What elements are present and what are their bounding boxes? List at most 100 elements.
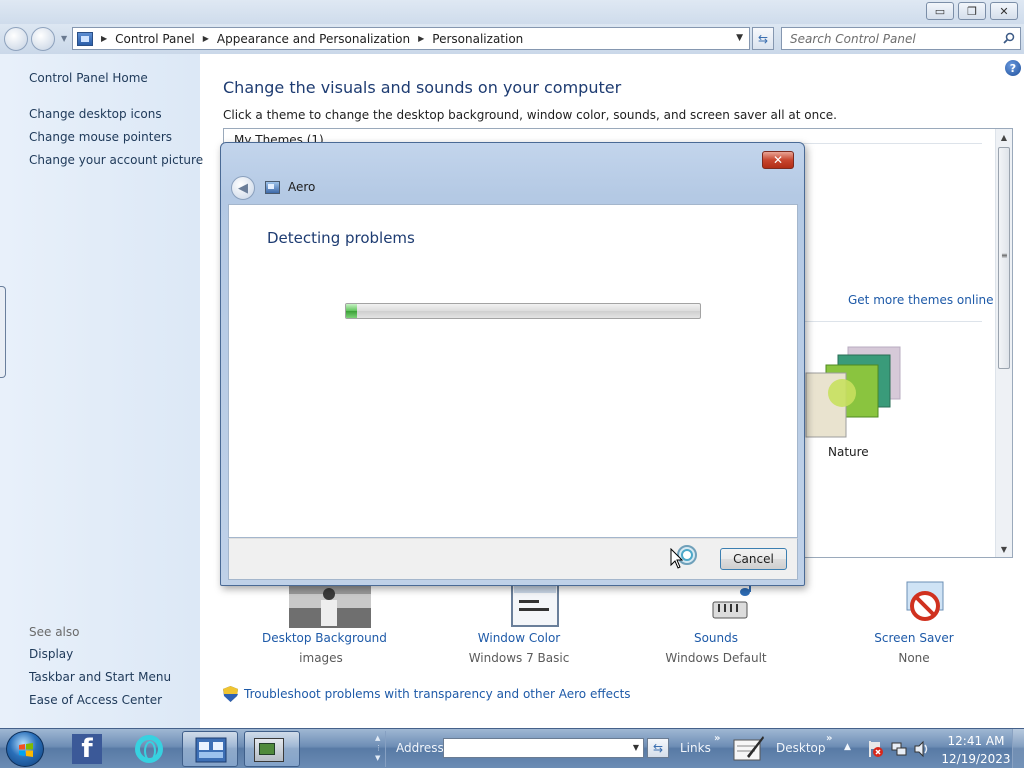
desktop-toolbar-label[interactable]: Desktop bbox=[776, 741, 826, 755]
recent-pages-dropdown-icon[interactable]: ▼ bbox=[61, 34, 67, 43]
change-mouse-pointers-link[interactable]: Change mouse pointers bbox=[29, 130, 172, 144]
minimize-button[interactable]: ▭ bbox=[926, 2, 954, 20]
window-color-label[interactable]: Window Color bbox=[462, 631, 576, 645]
aero-troubleshooter-dialog: ✕ ◀ Aero Detecting problems Cancel bbox=[220, 142, 805, 586]
change-account-picture-link[interactable]: Change your account picture bbox=[29, 153, 203, 167]
action-center-flag-icon[interactable] bbox=[866, 740, 884, 758]
left-task-pane: Control Panel Home Change desktop icons … bbox=[0, 54, 203, 728]
refresh-button[interactable]: ⇆ bbox=[752, 27, 774, 50]
breadcrumb-separator-icon[interactable]: ▶ bbox=[101, 34, 107, 43]
desktop-background-thumbnail[interactable] bbox=[289, 582, 371, 628]
help-icon[interactable]: ? bbox=[1005, 60, 1021, 76]
clock-date[interactable]: 12/19/2023 bbox=[940, 752, 1012, 766]
desktop-chevron-icon[interactable]: » bbox=[826, 733, 832, 744]
dialog-app-title: Aero bbox=[288, 180, 316, 194]
scroll-down-arrow-icon[interactable]: ▼ bbox=[996, 541, 1012, 557]
taskbar: f ▲⋮▼ Address ▼ ⇆ Links » Desktop » ▲ bbox=[0, 728, 1024, 768]
window-color-value: Windows 7 Basic bbox=[468, 651, 570, 665]
control-panel-icon bbox=[195, 737, 227, 763]
troubleshooter-app-icon bbox=[265, 181, 280, 194]
page-title: Change the visuals and sounds on your co… bbox=[223, 78, 622, 97]
opera-icon bbox=[135, 735, 163, 763]
dialog-back-button[interactable]: ◀ bbox=[231, 176, 255, 200]
taskbar-facebook[interactable]: f bbox=[64, 731, 110, 767]
dialog-content: Detecting problems bbox=[228, 204, 798, 538]
control-panel-home-link[interactable]: Control Panel Home bbox=[29, 71, 148, 85]
address-toolbar-label: Address bbox=[396, 741, 444, 755]
display-link[interactable]: Display bbox=[29, 647, 73, 661]
taskbar-opera[interactable] bbox=[126, 731, 172, 767]
clock-time[interactable]: 12:41 AM bbox=[944, 734, 1008, 748]
breadcrumb-appearance[interactable]: Appearance and Personalization bbox=[217, 32, 410, 46]
offscreen-window-edge bbox=[0, 286, 6, 378]
address-toolbar-input[interactable]: ▼ bbox=[443, 738, 644, 758]
address-bar[interactable]: ▶ Control Panel ▶ Appearance and Persona… bbox=[72, 27, 750, 50]
progress-bar bbox=[345, 303, 701, 319]
address-toolbar-dropdown-icon[interactable]: ▼ bbox=[633, 743, 639, 752]
nature-theme-label[interactable]: Nature bbox=[828, 445, 869, 459]
progress-bar-fill bbox=[346, 304, 357, 318]
links-toolbar-label[interactable]: Links bbox=[680, 741, 711, 755]
sounds-item[interactable]: Sounds Windows Default bbox=[660, 582, 772, 665]
change-desktop-icons-link[interactable]: Change desktop icons bbox=[29, 107, 162, 121]
nature-theme-thumbnail[interactable] bbox=[804, 343, 904, 439]
toolbar-grip[interactable]: ▲ ⋮ ▼ bbox=[372, 731, 386, 767]
dialog-heading: Detecting problems bbox=[267, 229, 415, 247]
volume-icon[interactable] bbox=[913, 740, 931, 758]
screen-saver-label[interactable]: Screen Saver bbox=[866, 631, 962, 645]
desktop-background-label[interactable]: Desktop Background bbox=[262, 631, 387, 645]
dialog-footer: Cancel bbox=[228, 538, 798, 580]
desktop-toolbar-icon[interactable] bbox=[733, 734, 765, 762]
links-chevron-icon[interactable]: » bbox=[714, 733, 720, 744]
screen-saver-icon[interactable] bbox=[901, 578, 951, 628]
windows-flag-icon bbox=[19, 743, 33, 757]
scroll-thumb[interactable]: ≡ bbox=[998, 147, 1010, 369]
navigation-bar: ▼ ▶ Control Panel ▶ Appearance and Perso… bbox=[0, 24, 1024, 54]
cancel-button[interactable]: Cancel bbox=[720, 548, 787, 570]
address-dropdown-icon[interactable]: ▼ bbox=[736, 33, 743, 43]
start-button[interactable] bbox=[6, 731, 44, 767]
see-also-heading: See also bbox=[29, 625, 80, 639]
scroll-up-arrow-icon[interactable]: ▲ bbox=[996, 129, 1012, 145]
address-toolbar-go-button[interactable]: ⇆ bbox=[647, 738, 669, 758]
search-input[interactable]: Search Control Panel bbox=[781, 27, 1021, 50]
network-icon[interactable] bbox=[890, 740, 908, 758]
troubleshoot-aero-link[interactable]: Troubleshoot problems with transparency … bbox=[244, 687, 631, 701]
desktop-background-item[interactable]: Desktop Background images bbox=[262, 582, 387, 665]
page-subtitle: Click a theme to change the desktop back… bbox=[223, 108, 837, 122]
shield-icon bbox=[223, 686, 238, 702]
taskbar-aero-troubleshooter[interactable] bbox=[244, 731, 300, 767]
themes-scrollbar[interactable]: ▲ ≡ ▼ bbox=[995, 129, 1012, 557]
show-desktop-button[interactable] bbox=[1012, 729, 1024, 768]
show-hidden-icons-icon[interactable]: ▲ bbox=[844, 742, 851, 752]
sounds-label[interactable]: Sounds bbox=[660, 631, 772, 645]
breadcrumb-separator-icon[interactable]: ▶ bbox=[203, 34, 209, 43]
sounds-value: Windows Default bbox=[665, 651, 767, 665]
troubleshoot-row[interactable]: Troubleshoot problems with transparency … bbox=[223, 686, 631, 702]
troubleshooter-app-icon bbox=[254, 738, 284, 762]
close-window-button[interactable]: ✕ bbox=[990, 2, 1018, 20]
screen-saver-item[interactable]: Screen Saver None bbox=[866, 578, 962, 665]
sounds-icon[interactable] bbox=[707, 582, 757, 628]
search-icon[interactable] bbox=[1003, 32, 1015, 44]
search-placeholder: Search Control Panel bbox=[790, 32, 916, 46]
mouse-cursor-icon bbox=[670, 548, 684, 569]
breadcrumb-personalization[interactable]: Personalization bbox=[432, 32, 523, 46]
back-button[interactable] bbox=[4, 27, 28, 51]
forward-button[interactable] bbox=[31, 27, 55, 51]
screen-saver-value: None bbox=[898, 651, 930, 665]
breadcrumb-separator-icon[interactable]: ▶ bbox=[418, 34, 424, 43]
window-color-icon[interactable] bbox=[510, 582, 560, 628]
desktop-background-value: images bbox=[299, 651, 343, 665]
ease-of-access-link[interactable]: Ease of Access Center bbox=[29, 693, 162, 707]
taskbar-control-panel[interactable] bbox=[182, 731, 238, 767]
dialog-close-button[interactable]: ✕ bbox=[762, 151, 794, 169]
get-more-themes-link[interactable]: Get more themes online bbox=[848, 293, 994, 307]
taskbar-start-menu-link[interactable]: Taskbar and Start Menu bbox=[29, 670, 171, 684]
facebook-icon: f bbox=[72, 734, 102, 764]
control-panel-icon bbox=[77, 31, 93, 46]
window-color-item[interactable]: Window Color Windows 7 Basic bbox=[462, 582, 576, 665]
restore-button[interactable]: ❐ bbox=[958, 2, 986, 20]
breadcrumb-control-panel[interactable]: Control Panel bbox=[115, 32, 195, 46]
scroll-grip-icon: ≡ bbox=[1001, 251, 1008, 260]
